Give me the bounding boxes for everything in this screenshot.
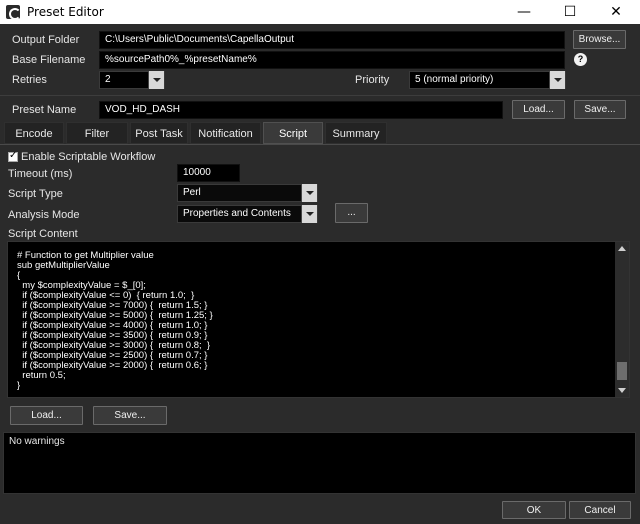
scroll-up-icon[interactable] [618,246,626,251]
tab-summary[interactable]: Summary [325,122,387,144]
tab-encode[interactable]: Encode [4,122,64,144]
priority-select[interactable]: 5 (normal priority) [409,71,566,89]
code-line: } [17,380,21,391]
script-load-button[interactable]: Load... [10,406,83,425]
chevron-down-icon [549,71,565,89]
retries-value: 2 [105,74,111,85]
base-filename-input[interactable]: %sourcePath0%_%presetName% [99,51,565,69]
script-save-button[interactable]: Save... [93,406,167,425]
help-icon[interactable]: ? [574,53,587,66]
preset-save-button[interactable]: Save... [574,100,626,119]
scroll-thumb[interactable] [617,362,627,380]
preset-name-label: Preset Name [12,104,77,116]
script-editor[interactable]: # Function to get Multiplier value sub ge… [7,241,630,398]
timeout-input[interactable]: 10000 [177,164,240,182]
analysis-more-button[interactable]: ... [335,203,368,223]
script-type-select[interactable]: Perl [177,184,318,202]
tab-filter[interactable]: Filter [66,122,128,144]
retries-label: Retries [12,74,47,86]
retries-select[interactable]: 2 [99,71,165,89]
tab-post-task[interactable]: Post Task [130,122,188,144]
chevron-down-icon [301,184,317,202]
title-bar: Preset Editor — ☐ ✕ [0,0,640,24]
chevron-down-icon [148,71,164,89]
app-icon [6,5,21,20]
cancel-button[interactable]: Cancel [569,501,631,519]
analysis-mode-label: Analysis Mode [8,209,80,221]
tab-divider [0,144,640,145]
priority-label: Priority [355,74,390,86]
browse-button[interactable]: Browse... [573,30,626,49]
analysis-mode-select[interactable]: Properties and Contents [177,205,318,223]
minimize-button[interactable]: — [501,0,547,24]
base-filename-label: Base Filename [12,54,86,66]
scroll-down-icon[interactable] [618,388,626,393]
timeout-label: Timeout (ms) [8,168,73,180]
analysis-mode-value: Properties and Contents [183,208,291,219]
code-line: return 0.5; [17,370,66,381]
divider [0,95,640,96]
script-content-label: Script Content [8,228,78,240]
window-title: Preset Editor [27,5,104,19]
code-line: sub getMultiplierValue [17,260,110,271]
close-button[interactable]: ✕ [593,0,639,24]
warnings-text: No warnings [9,436,65,447]
script-type-label: Script Type [8,188,63,200]
script-type-value: Perl [183,187,201,198]
tab-notification[interactable]: Notification [190,122,261,144]
chevron-down-icon [301,205,317,223]
vertical-scrollbar[interactable] [615,242,629,397]
enable-scriptable-workflow-label: Enable Scriptable Workflow [21,151,156,163]
warnings-panel: No warnings [3,432,636,494]
maximize-button[interactable]: ☐ [547,0,593,24]
tab-script[interactable]: Script [263,122,323,144]
preset-load-button[interactable]: Load... [512,100,565,119]
ok-button[interactable]: OK [502,501,566,519]
preset-name-input[interactable]: VOD_HD_DASH [99,101,503,119]
priority-value: 5 (normal priority) [415,74,494,85]
output-folder-label: Output Folder [12,34,80,46]
output-folder-input[interactable]: C:\Users\Public\Documents\CapellaOutput [99,31,565,49]
enable-scriptable-workflow-checkbox[interactable] [8,150,18,162]
script-code: # Function to get Multiplier value sub ge… [17,251,213,391]
